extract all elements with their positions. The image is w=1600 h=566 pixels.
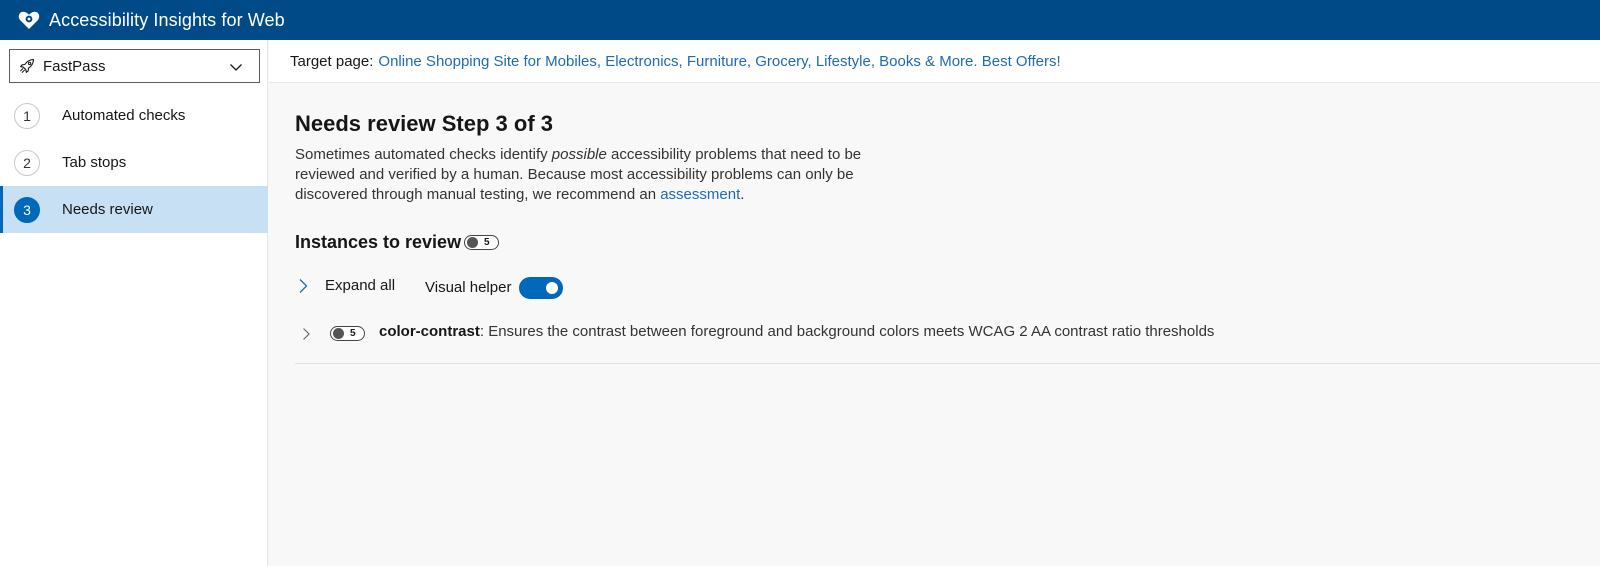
nav-item-automated-checks[interactable]: 1 Automated checks xyxy=(0,92,268,139)
badge-dot-icon xyxy=(333,328,344,339)
heart-logo-icon xyxy=(17,8,41,32)
rule-summary: color-contrast: Ensures the contrast bet… xyxy=(379,323,1214,340)
assessment-link[interactable]: assessment xyxy=(660,186,740,203)
step-number: 1 xyxy=(14,102,40,129)
step-number: 2 xyxy=(14,149,40,176)
description-emphasis: possible xyxy=(551,146,607,163)
visual-helper-label: Visual helper xyxy=(425,279,512,296)
expand-all-label: Expand all xyxy=(325,277,396,294)
chevron-right-icon[interactable] xyxy=(299,327,313,341)
chevron-right-icon xyxy=(295,278,311,294)
page-title: Needs review Step 3 of 3 xyxy=(295,111,553,136)
target-page-bar: Target page: Online Shopping Site for Mo… xyxy=(269,40,1600,83)
app-title: Accessibility Insights for Web xyxy=(49,9,285,30)
toggle-knob xyxy=(546,282,558,294)
left-nav: FastPass 1 Automated checks 2 Tab stops … xyxy=(0,40,268,566)
nav-item-tab-stops[interactable]: 2 Tab stops xyxy=(0,139,268,186)
description-text: . xyxy=(740,186,745,203)
mode-dropdown[interactable]: FastPass xyxy=(9,49,260,83)
nav-item-label: Automated checks xyxy=(62,107,186,124)
target-page-link[interactable]: Online Shopping Site for Mobiles, Electr… xyxy=(378,53,1060,70)
app-header: Accessibility Insights for Web xyxy=(0,0,1600,40)
instances-count: 5 xyxy=(484,237,490,248)
rule-id: color-contrast xyxy=(379,323,480,340)
description-text: Sometimes automated checks identify xyxy=(295,146,552,163)
rule-description: : Ensures the contrast between foregroun… xyxy=(479,323,1215,340)
page-description: Sometimes automated checks identify poss… xyxy=(295,145,875,205)
rule-row: 5 color-contrast: Ensures the contrast b… xyxy=(295,320,1600,364)
nav-item-label: Needs review xyxy=(62,201,153,218)
mode-dropdown-value: FastPass xyxy=(43,57,106,75)
rule-count-badge: 5 xyxy=(330,326,365,341)
nav-item-label: Tab stops xyxy=(62,154,127,171)
rocket-icon xyxy=(19,58,35,74)
step-number: 3 xyxy=(14,196,40,223)
rule-count: 5 xyxy=(350,328,356,339)
expand-all-button[interactable]: Expand all xyxy=(295,277,395,294)
badge-dot-icon xyxy=(467,237,478,248)
chevron-down-icon xyxy=(229,60,243,74)
visual-helper-toggle[interactable] xyxy=(519,277,563,299)
nav-item-needs-review[interactable]: 3 Needs review xyxy=(0,186,268,233)
instances-heading: Instances to review xyxy=(295,232,462,252)
instances-count-badge: 5 xyxy=(464,235,499,250)
target-page-label: Target page: xyxy=(290,52,374,70)
